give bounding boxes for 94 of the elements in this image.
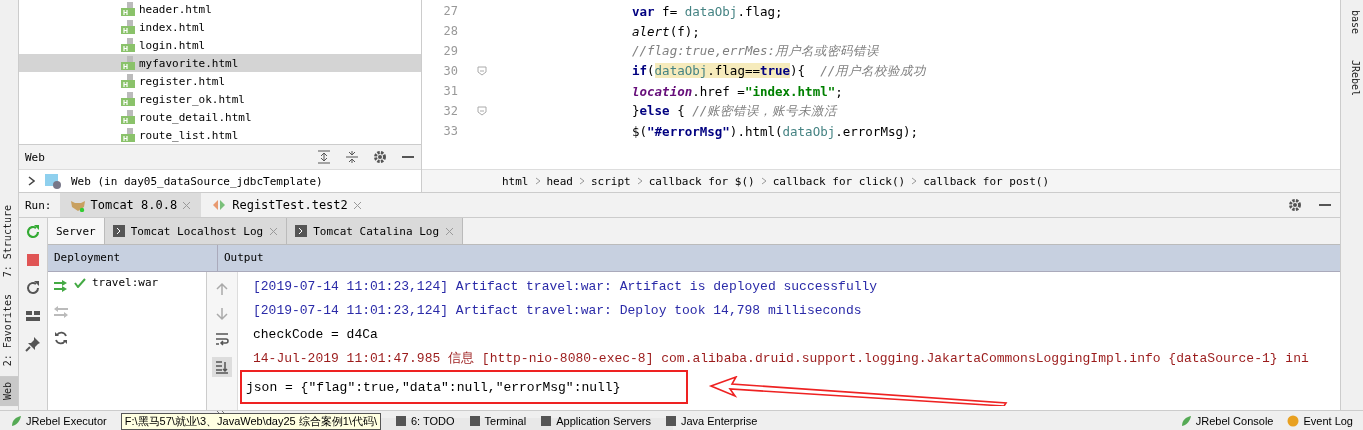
panel-title: Web xyxy=(25,150,45,164)
console-line: [2019-07-14 11:01:23,124] Artifact travel:war: Artifact is deployed successfully xyxy=(253,277,879,296)
tool-window-button[interactable]: Java Enterprise xyxy=(664,415,758,427)
line-number: 32 xyxy=(442,104,459,118)
line-number: 30 xyxy=(442,64,459,78)
breadcrumb[interactable]: callback for $() xyxy=(648,174,755,188)
console-icon xyxy=(295,225,308,237)
column-header: Output xyxy=(223,250,265,266)
collapse-all-icon[interactable] xyxy=(345,150,359,164)
leaf-icon xyxy=(10,415,22,427)
breadcrumb[interactable]: head xyxy=(546,174,573,188)
html-file-icon xyxy=(121,38,135,52)
web-module-icon xyxy=(45,173,61,189)
log-tab[interactable]: Tomcat Catalina Log xyxy=(287,218,464,244)
file-tree-item[interactable]: route_detail.html xyxy=(19,108,421,126)
event-log-icon xyxy=(1287,415,1300,427)
tool-window-button[interactable]: Application Servers xyxy=(540,415,651,427)
settings-icon[interactable] xyxy=(1288,198,1302,212)
line-number: 33 xyxy=(442,124,459,138)
tomcat-icon xyxy=(69,198,86,212)
deploy-icon[interactable] xyxy=(53,278,69,294)
pin-icon[interactable] xyxy=(25,336,41,352)
stop-icon[interactable] xyxy=(25,252,41,268)
html-file-icon xyxy=(121,56,135,70)
chevron-icon xyxy=(579,177,585,185)
tool-window-icon xyxy=(395,415,407,427)
breadcrumb[interactable]: callback for post() xyxy=(923,174,1049,188)
code-line: if(dataObj.flag==true){ //用户名校验成功 xyxy=(631,62,927,80)
console-line: checkCode = d4Ca xyxy=(253,325,379,344)
file-tree-item[interactable]: header.html xyxy=(19,0,421,18)
code-line: location.href ="index.html"; xyxy=(631,83,843,99)
tool-window-button[interactable]: 6: TODO xyxy=(395,415,455,427)
code-line: alert(f); xyxy=(631,23,700,39)
tree-item[interactable]: Web (in day05_dataSource_jdbcTemplate) xyxy=(71,174,323,188)
chevron-icon xyxy=(534,177,541,185)
side-tab[interactable]: 7: Structure xyxy=(0,199,18,284)
line-number: 27 xyxy=(442,4,459,18)
tool-window-button[interactable]: JRebel Console xyxy=(1179,415,1274,427)
close-icon[interactable] xyxy=(352,200,362,210)
line-number: 28 xyxy=(442,24,459,38)
run-tab[interactable]: Tomcat 8.0.8 xyxy=(59,193,202,217)
tooltip: F:\黑马57\就业\3、JavaWeb\day25 综合案例1\代码\ xyxy=(120,412,381,430)
code-line: $("#errorMsg").html(dataObj.errorMsg); xyxy=(631,123,919,139)
console-line: [2019-07-14 11:01:23,124] Artifact travel:war: Deploy took 14,798 milliseconds xyxy=(253,301,863,320)
tool-window-icon xyxy=(664,415,677,427)
test-icon xyxy=(211,198,228,212)
restart-icon[interactable] xyxy=(25,280,41,296)
breadcrumb[interactable]: html xyxy=(502,174,529,188)
chevron-icon xyxy=(760,177,767,185)
breadcrumb[interactable]: callback for click() xyxy=(772,174,906,188)
refresh-icon[interactable] xyxy=(53,330,69,346)
run-label: Run: xyxy=(24,197,53,214)
chevron-icon xyxy=(911,177,918,185)
log-tab[interactable]: Server xyxy=(48,218,105,244)
html-file-icon xyxy=(121,110,135,124)
file-tree-item[interactable]: login.html xyxy=(19,36,421,54)
file-tree-item[interactable]: register.html xyxy=(19,72,421,90)
settings-icon[interactable] xyxy=(373,150,387,164)
file-tree-item[interactable]: route_list.html xyxy=(19,126,421,144)
soft-wrap-icon[interactable] xyxy=(215,332,229,346)
side-tab[interactable]: base xyxy=(1341,4,1363,41)
html-file-icon xyxy=(121,74,135,88)
code-line: var f= dataObj.flag; xyxy=(631,3,783,19)
log-tab[interactable]: Tomcat Localhost Log xyxy=(104,218,288,244)
scroll-to-end-icon[interactable] xyxy=(212,357,232,377)
side-tab[interactable]: JRebel xyxy=(1341,54,1363,103)
file-tree-item[interactable]: myfavorite.html xyxy=(19,54,421,72)
line-number: 29 xyxy=(442,44,459,58)
expand-all-icon[interactable] xyxy=(317,150,331,164)
tool-window-icon xyxy=(540,415,553,427)
code-line: //flag:true,errMes:用户名或密码错误 xyxy=(631,42,879,60)
run-tab[interactable]: RegistTest.test2 xyxy=(201,193,372,217)
chevron-icon[interactable] xyxy=(27,176,35,186)
column-header: Deployment xyxy=(48,245,218,271)
leaf-icon xyxy=(1179,415,1192,427)
side-tab[interactable]: 2: Favorites xyxy=(0,287,18,372)
side-tab[interactable]: Web xyxy=(0,375,18,406)
html-file-icon xyxy=(121,20,135,34)
console-icon xyxy=(112,225,125,237)
chevron-icon xyxy=(636,177,643,185)
line-number: 31 xyxy=(442,84,459,98)
html-file-icon xyxy=(121,92,135,106)
rerun-icon[interactable] xyxy=(25,224,41,240)
file-tree-item[interactable]: index.html xyxy=(19,18,421,36)
tool-window-icon xyxy=(468,415,481,427)
file-tree-item[interactable]: register_ok.html xyxy=(19,90,421,108)
tool-window-button[interactable]: JRebel Executor xyxy=(10,415,107,427)
layout-icon[interactable] xyxy=(25,308,41,324)
tool-window-button[interactable]: Event Log xyxy=(1287,415,1353,427)
code-line: }else { //账密错误，账号未激活 xyxy=(631,102,838,120)
console-line: 14-Jul-2019 11:01:47.985 信息 [http-nio-8080-exec-8] com.alibaba.druid.support.logging.JakartaCommonsLoggingImpl.info {dataSource-1} ini xyxy=(253,350,1310,368)
breadcrumb[interactable]: script xyxy=(591,174,631,188)
tool-window-button[interactable]: Terminal xyxy=(468,415,527,427)
artifact-item[interactable]: travel:war xyxy=(92,276,159,289)
